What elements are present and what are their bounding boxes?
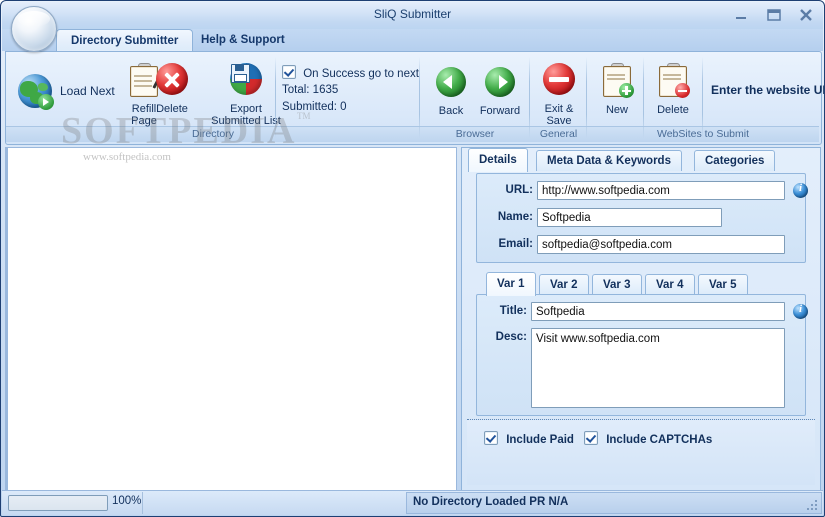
application-window: SliQ Submitter Directory Submitter Help …: [0, 0, 825, 517]
on-success-label: On Success go to next: [303, 68, 419, 80]
export-disk-icon: [230, 63, 262, 95]
tab-details[interactable]: Details: [468, 148, 528, 172]
tab-var-4[interactable]: Var 4: [645, 274, 695, 295]
delete-website-button[interactable]: Delete: [649, 63, 697, 116]
status-message-panel: No Directory Loaded PR N/A: [406, 492, 822, 514]
url-input[interactable]: [537, 181, 785, 200]
status-message: No Directory Loaded PR N/A: [413, 496, 569, 508]
browser-content-pane[interactable]: [5, 147, 457, 491]
exit-label-line2: Save: [546, 115, 572, 127]
tab-var-3[interactable]: Var 3: [592, 274, 642, 295]
tab-var-1[interactable]: Var 1: [486, 272, 536, 296]
tab-categories[interactable]: Categories: [694, 150, 776, 171]
ribbon-group-browser: Browser Back Forward: [420, 53, 530, 143]
ribbon-group-browser-label: Browser: [420, 126, 530, 142]
new-website-button[interactable]: New: [595, 63, 639, 116]
close-icon[interactable]: [795, 6, 817, 24]
ribbon-tab-directory-submitter[interactable]: Directory Submitter: [56, 29, 194, 52]
export-submitted-list-button[interactable]: Export Submitted List: [198, 63, 294, 128]
clipboard-remove-icon: [659, 63, 690, 98]
name-input[interactable]: [537, 208, 722, 227]
ribbon: Directory Load Next Refill Page Delete E…: [5, 51, 824, 163]
email-input[interactable]: [537, 235, 785, 254]
on-success-checkbox[interactable]: On Success go to next: [282, 65, 419, 80]
progress-bar: [8, 495, 108, 511]
export-label-line1: Export: [230, 102, 262, 115]
globe-icon: [18, 74, 54, 110]
window-title: SliQ Submitter: [373, 7, 452, 21]
delete-x-icon: [156, 63, 188, 95]
on-success-checkbox-box[interactable]: [282, 65, 296, 79]
load-next-label: Load Next: [60, 83, 115, 98]
ribbon-group-general-label: General: [530, 126, 587, 142]
website-url-dropdown[interactable]: Enter the website URL: [711, 83, 824, 97]
email-field-label: Email:: [498, 238, 533, 250]
exit-label-line1: Exit &: [544, 102, 574, 115]
total-count: Total: 1635: [282, 84, 339, 96]
progress-bar-fill: [9, 496, 107, 510]
delete-directory-label: Delete: [156, 102, 188, 115]
details-side-panel: Details Meta Data & Keywords Categories …: [461, 147, 821, 491]
submitted-count: Submitted: 0: [282, 101, 347, 113]
forward-button[interactable]: Forward: [474, 67, 526, 117]
refill-page-label-line2: Page: [131, 115, 157, 127]
url-info-icon[interactable]: [793, 182, 808, 198]
ribbon-tab-help-support[interactable]: Help & Support: [187, 29, 299, 51]
details-fields-box: URL: Name: Email:: [476, 173, 808, 263]
new-website-label: New: [605, 103, 628, 116]
clipboard-add-icon: [603, 63, 634, 98]
ribbon-tab-strip: Directory Submitter Help & Support: [2, 29, 823, 52]
tab-meta-data[interactable]: Meta Data & Keywords: [536, 150, 682, 171]
progress-percent-label: 100%: [112, 495, 142, 507]
ribbon-group-websites-label: WebSites to Submit: [587, 126, 819, 142]
include-captchas-checkbox[interactable]: Include CAPTCHAs: [584, 431, 712, 446]
options-section: Include Paid Include CAPTCHAs: [467, 419, 815, 485]
window-controls: [731, 6, 817, 24]
ribbon-group-directory-label: Directory: [6, 126, 420, 142]
ribbon-group-general: General Exit & Save: [530, 53, 587, 143]
maximize-icon[interactable]: [763, 6, 785, 24]
title-info-icon[interactable]: [793, 303, 808, 319]
export-label-line2: Submitted List: [211, 115, 281, 127]
ribbon-group-websites: WebSites to Submit New Delete Enter the …: [587, 53, 824, 143]
status-bar: 100% No Directory Loaded PR N/A: [2, 490, 823, 515]
back-label: Back: [438, 104, 464, 117]
var-fields-box: Title: Desc: Visit www.softpedia.com: [476, 294, 808, 416]
include-captchas-label: Include CAPTCHAs: [606, 434, 713, 446]
include-paid-checkbox[interactable]: Include Paid: [484, 431, 574, 446]
arrow-right-icon: [485, 67, 515, 97]
tab-var-2[interactable]: Var 2: [539, 274, 589, 295]
desc-textarea[interactable]: Visit www.softpedia.com: [531, 328, 785, 408]
exit-and-save-button[interactable]: Exit & Save: [534, 63, 584, 128]
website-url-dropdown-label: Enter the website URL: [711, 83, 824, 97]
forward-label: Forward: [479, 104, 521, 117]
ribbon-group-directory: Directory Load Next Refill Page Delete E…: [6, 53, 420, 143]
delete-website-label: Delete: [657, 103, 689, 116]
name-field-label: Name:: [497, 211, 533, 223]
arrow-left-icon: [436, 67, 466, 97]
app-orb-icon[interactable]: [11, 6, 57, 52]
minimize-icon[interactable]: [731, 6, 753, 24]
url-field-label: URL:: [505, 184, 533, 196]
include-paid-label: Include Paid: [506, 434, 574, 446]
resize-grip-icon[interactable]: [807, 500, 819, 512]
include-captchas-checkbox-box[interactable]: [584, 431, 598, 445]
delete-directory-button[interactable]: Delete: [146, 63, 198, 115]
exit-icon: [543, 63, 575, 95]
title-field-label: Title:: [499, 305, 527, 317]
back-button[interactable]: Back: [430, 67, 472, 117]
desc-field-label: Desc:: [495, 331, 527, 343]
title-input[interactable]: [531, 302, 785, 321]
include-paid-checkbox-box[interactable]: [484, 431, 498, 445]
title-bar: SliQ Submitter: [2, 2, 823, 29]
tab-var-5[interactable]: Var 5: [698, 274, 748, 295]
